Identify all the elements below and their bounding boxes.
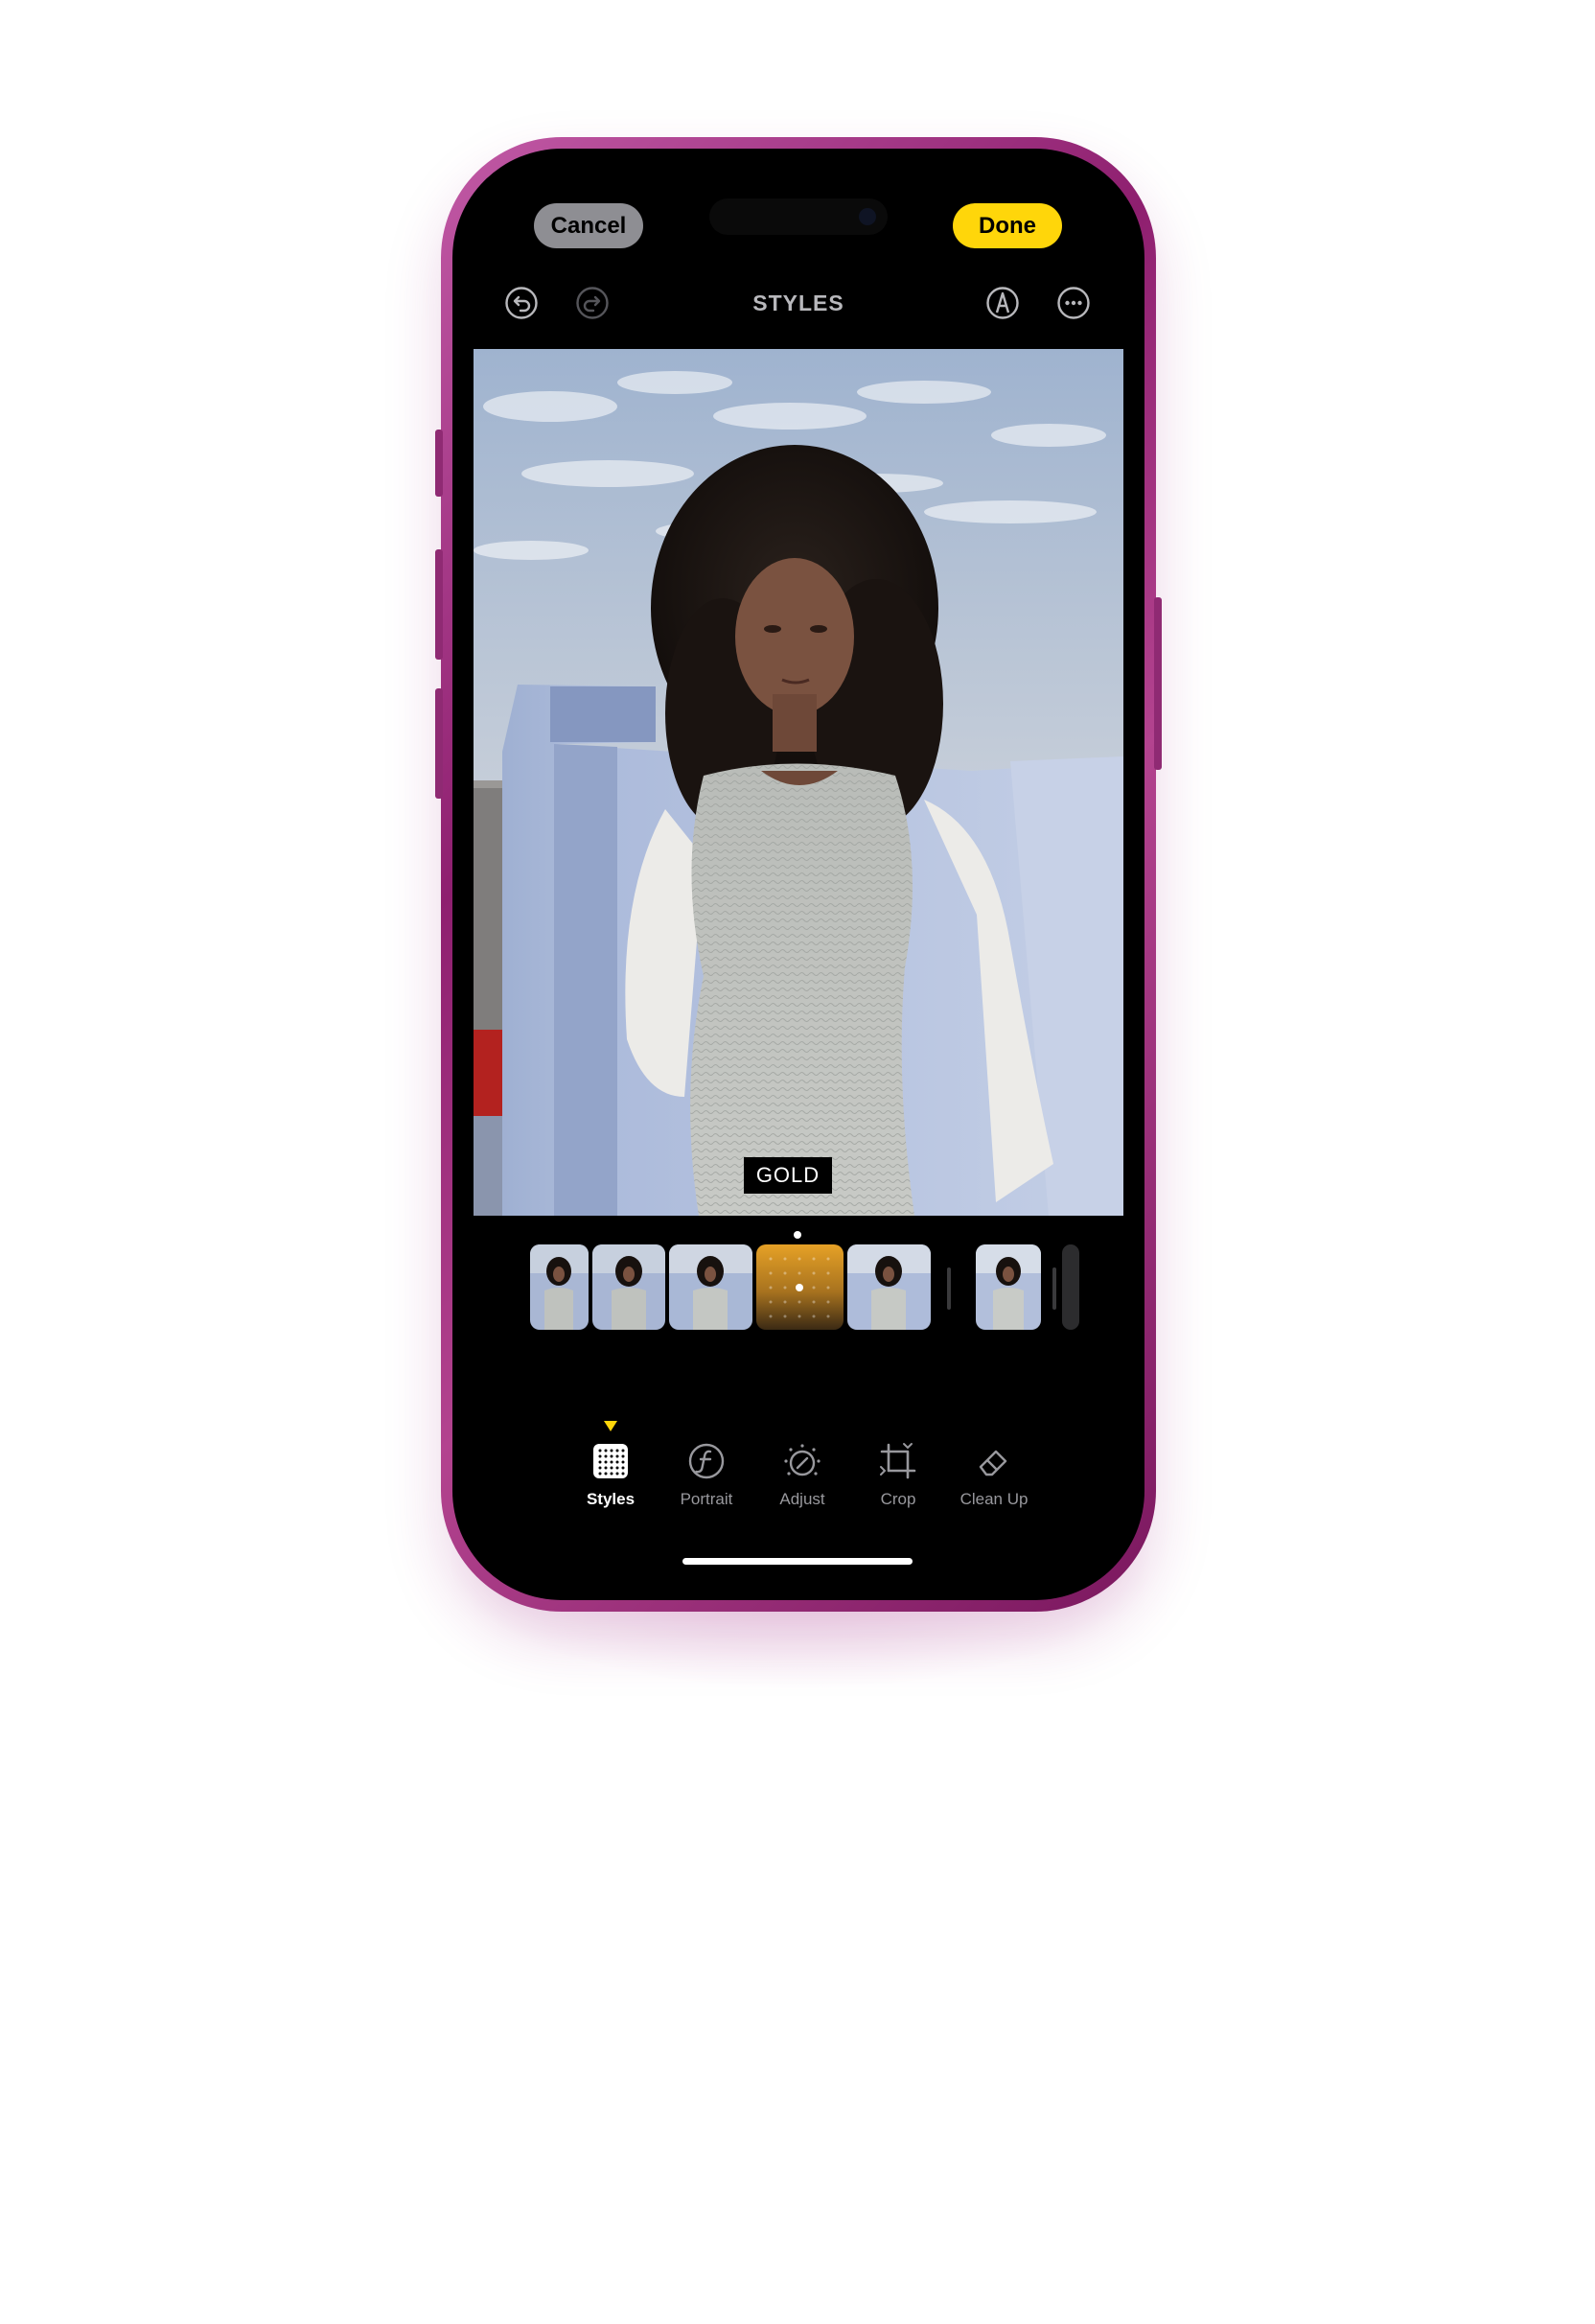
strip-divider [1052, 1267, 1056, 1310]
style-thumbnail[interactable] [669, 1244, 752, 1330]
volume-down-button [435, 688, 443, 799]
more-icon[interactable] [1054, 284, 1093, 322]
style-thumbnail[interactable] [976, 1244, 1041, 1330]
portrait-f-icon [688, 1443, 725, 1479]
editor-title: STYLES [752, 290, 844, 315]
styles-grid-icon [593, 1444, 628, 1478]
tab-styles-label: Styles [586, 1490, 636, 1508]
tab-crop-label: Crop [880, 1490, 916, 1508]
adjust-dial-icon [784, 1444, 821, 1476]
style-thumbnail[interactable] [847, 1244, 931, 1330]
strip-divider [947, 1267, 951, 1310]
style-badge: GOLD [744, 1157, 832, 1194]
style-thumbnail[interactable] [592, 1244, 665, 1330]
action-button [435, 430, 443, 497]
done-button[interactable]: Done [953, 203, 1062, 248]
tab-portrait[interactable]: Portrait [654, 1442, 759, 1509]
tab-adjust-label: Adjust [779, 1490, 825, 1508]
tab-clean-up-label: Clean Up [959, 1490, 1029, 1508]
front-camera [859, 208, 876, 225]
tab-adjust[interactable]: Adjust [750, 1442, 855, 1509]
tab-styles[interactable]: Styles [558, 1442, 663, 1509]
selected-style-indicator [794, 1231, 801, 1239]
power-button [1154, 597, 1162, 770]
style-thumbnail[interactable] [530, 1244, 589, 1330]
phone-screen: Cancel Done STYLES GOLD Styles Portrait … [452, 149, 1144, 1600]
photo-preview[interactable]: GOLD [474, 349, 1123, 1216]
eraser-icon [979, 1450, 1007, 1476]
volume-up-button [435, 549, 443, 660]
markup-icon[interactable] [983, 284, 1022, 322]
home-indicator[interactable] [682, 1558, 913, 1565]
phone-frame: Cancel Done STYLES GOLD Styles Portrait … [435, 137, 1162, 1612]
tab-portrait-label: Portrait [680, 1490, 733, 1508]
cancel-button[interactable]: Cancel [534, 203, 643, 248]
style-thumbnail-selected[interactable] [756, 1244, 844, 1330]
active-tab-indicator [604, 1421, 617, 1431]
style-thumbnail[interactable] [1062, 1244, 1079, 1330]
tab-clean-up[interactable]: Clean Up [941, 1442, 1047, 1509]
tab-crop[interactable]: Crop [845, 1442, 951, 1509]
crop-icon [880, 1443, 916, 1479]
